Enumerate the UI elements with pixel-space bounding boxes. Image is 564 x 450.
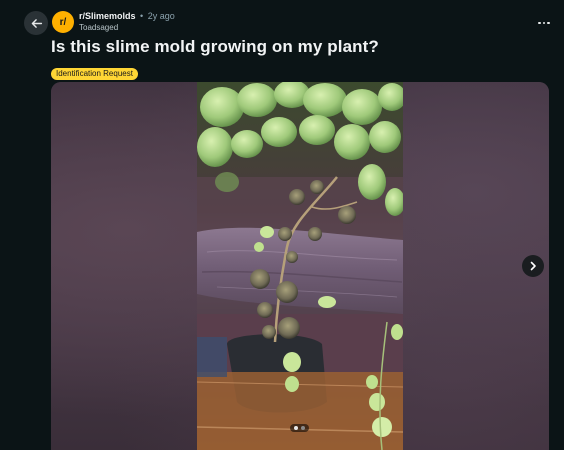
post-flair[interactable]: Identification Request: [51, 68, 138, 80]
post-meta: r/Slimemolds • 2y ago Toadsaged: [79, 11, 175, 33]
more-options-button[interactable]: [534, 13, 554, 33]
post-page: r/ r/Slimemolds • 2y ago Toadsaged Is th…: [0, 0, 564, 450]
image-gallery[interactable]: [51, 82, 549, 450]
slide-dot-2[interactable]: [301, 426, 305, 430]
gallery-image[interactable]: [197, 82, 403, 450]
slide-dot-1[interactable]: [294, 426, 298, 430]
post-title: Is this slime mold growing on my plant?: [51, 37, 379, 56]
slide-indicator: [290, 424, 309, 432]
back-button[interactable]: [24, 11, 48, 35]
ellipsis-icon: [538, 21, 541, 25]
author-link[interactable]: Toadsaged: [79, 23, 175, 33]
subreddit-avatar[interactable]: r/: [52, 11, 74, 33]
slime-mold-plant-photo: [197, 82, 403, 450]
meta-separator: •: [140, 11, 144, 21]
post-age: 2y ago: [147, 11, 175, 21]
next-slide-button[interactable]: [522, 255, 544, 277]
chevron-right-icon: [530, 261, 536, 271]
arrow-left-icon: [31, 18, 42, 28]
subreddit-link[interactable]: r/Slimemolds: [79, 11, 136, 21]
subreddit-avatar-text: r/: [59, 16, 67, 28]
